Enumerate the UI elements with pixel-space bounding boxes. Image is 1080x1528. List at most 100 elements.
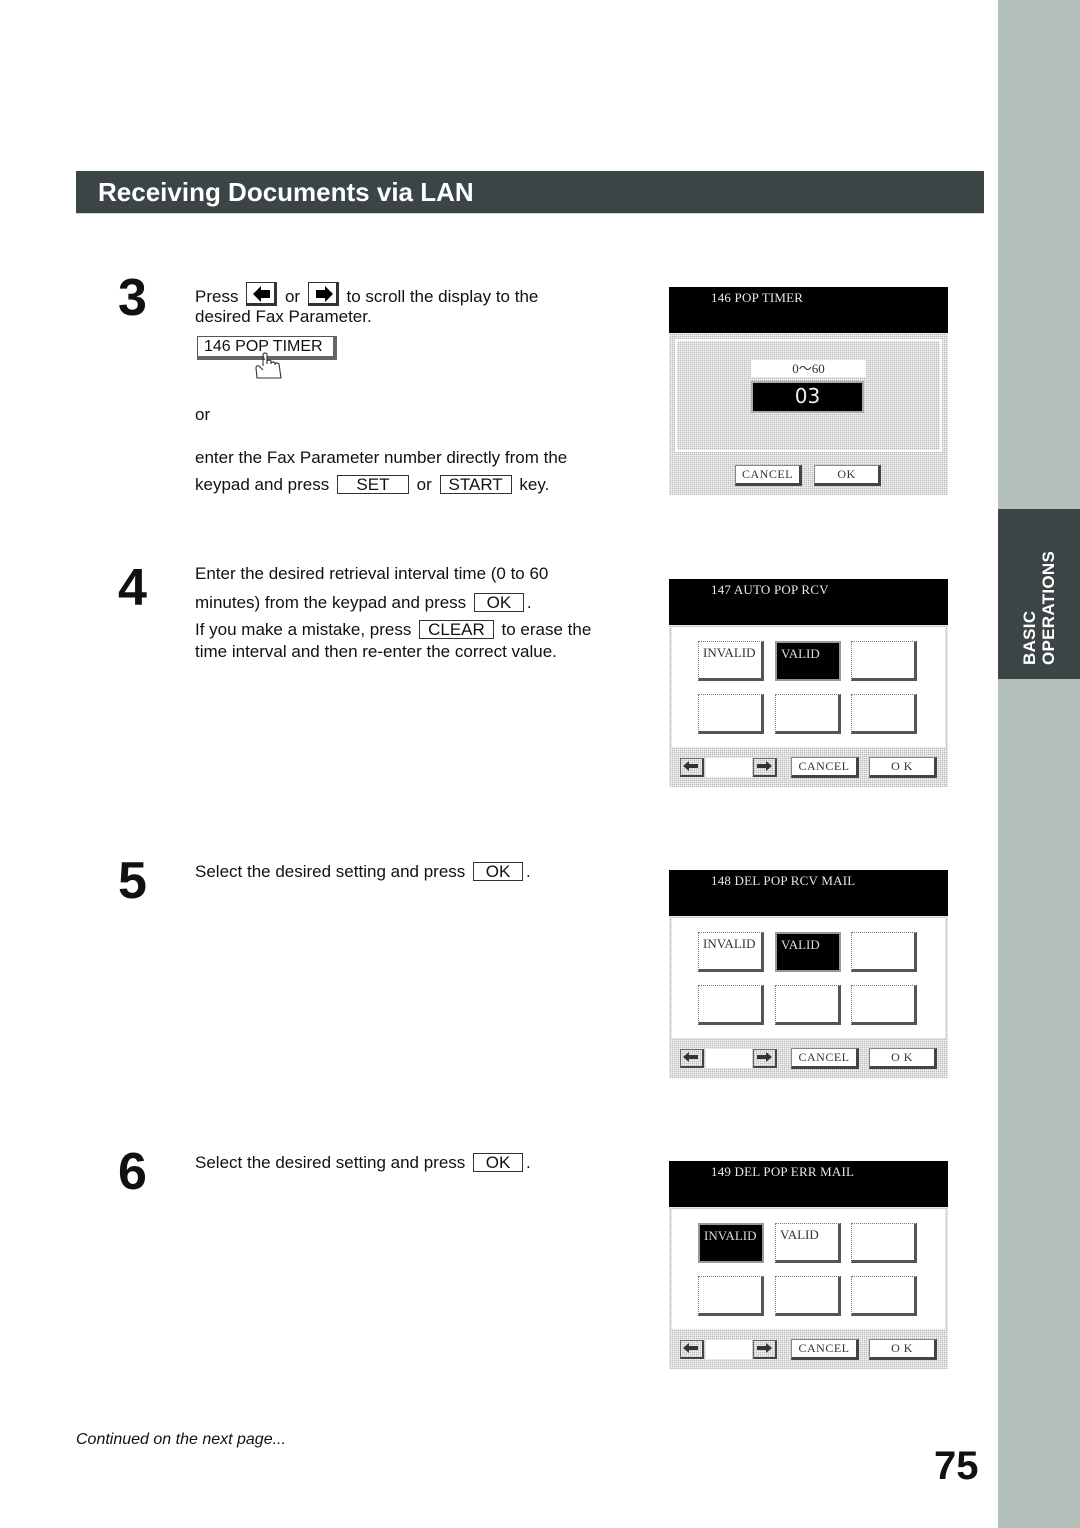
option-empty bbox=[851, 985, 917, 1025]
step6-text: Select the desired setting and press OK. bbox=[195, 1152, 531, 1174]
option-empty bbox=[851, 1276, 917, 1316]
next-button[interactable] bbox=[753, 1049, 777, 1068]
option-valid[interactable]: VALID bbox=[775, 932, 841, 972]
option-empty bbox=[851, 694, 917, 734]
lcd-screen-147: 147 AUTO POP RCV INVALID VALID CANCEL O … bbox=[669, 579, 948, 787]
text: minutes) from the keypad and press bbox=[195, 593, 467, 612]
step-number: 6 bbox=[118, 1143, 147, 1201]
step3-line3: enter the Fax Parameter number directly … bbox=[195, 448, 568, 467]
step4-line3: If you make a mistake, press CLEAR to er… bbox=[195, 619, 591, 641]
step3-or: or bbox=[195, 405, 211, 424]
right-arrow-key bbox=[307, 282, 339, 306]
lcd-header: 147 AUTO POP RCV bbox=[669, 579, 948, 625]
cancel-button[interactable]: CANCEL bbox=[791, 1048, 859, 1069]
lcd-body: 0～60 03 CANCEL OK bbox=[669, 333, 948, 495]
step3-line4: keypad and press SET or START key. bbox=[195, 474, 549, 496]
option-valid[interactable]: VALID bbox=[775, 641, 841, 681]
prev-button[interactable] bbox=[680, 758, 704, 777]
option-valid[interactable]: VALID bbox=[775, 1223, 841, 1263]
lcd-screen-146: 146 POP TIMER 0～60 03 CANCEL OK bbox=[669, 287, 948, 495]
set-key: SET bbox=[336, 475, 409, 494]
nav-blank bbox=[706, 1049, 752, 1068]
option-empty bbox=[851, 641, 917, 681]
right-arrow-icon bbox=[757, 1052, 772, 1062]
lcd-body: INVALID VALID CANCEL O K bbox=[669, 916, 948, 1078]
left-arrow-icon bbox=[683, 1052, 698, 1062]
lcd-screen-149: 149 DEL POP ERR MAIL INVALID VALID CANCE… bbox=[669, 1161, 948, 1369]
right-arrow-icon bbox=[757, 761, 772, 771]
pointing-hand-icon bbox=[255, 352, 282, 379]
text: If you make a mistake, press bbox=[195, 620, 412, 639]
step-number: 5 bbox=[118, 852, 147, 910]
lcd-header: 146 POP TIMER bbox=[669, 287, 948, 333]
cancel-button[interactable]: CANCEL bbox=[791, 757, 859, 778]
start-key: START bbox=[439, 475, 512, 494]
page-number: 75 bbox=[934, 1444, 979, 1488]
left-arrow-icon bbox=[253, 286, 271, 302]
lcd-title: 149 DEL POP ERR MAIL bbox=[711, 1164, 855, 1179]
ok-key: OK bbox=[473, 593, 524, 612]
prev-button[interactable] bbox=[680, 1340, 704, 1359]
lcd-header: 148 DEL POP RCV MAIL bbox=[669, 870, 948, 916]
page-title-bar: Receiving Documents via LAN bbox=[76, 171, 984, 214]
range-label: 0～60 bbox=[751, 360, 866, 377]
left-arrow-icon bbox=[683, 761, 698, 771]
options-area: INVALID VALID bbox=[672, 1209, 945, 1329]
step3-line2: desired Fax Parameter. bbox=[195, 307, 372, 326]
text: or bbox=[416, 475, 432, 494]
text: key. bbox=[519, 475, 550, 494]
lcd-title: 148 DEL POP RCV MAIL bbox=[711, 873, 856, 888]
text: or bbox=[284, 287, 301, 306]
left-arrow-key bbox=[246, 282, 278, 306]
text: . bbox=[526, 1153, 531, 1172]
step4-line2: minutes) from the keypad and press OK. bbox=[195, 592, 532, 614]
nav-blank bbox=[706, 1340, 752, 1359]
lcd-header: 149 DEL POP ERR MAIL bbox=[669, 1161, 948, 1207]
step3-line1: Press or to scroll the display to the bbox=[195, 282, 538, 308]
side-strip bbox=[998, 0, 1080, 1528]
lcd-title: 147 AUTO POP RCV bbox=[711, 582, 829, 597]
text: keypad and press bbox=[195, 475, 330, 494]
cancel-button[interactable]: CANCEL bbox=[735, 465, 802, 486]
step-number: 4 bbox=[118, 559, 147, 617]
text: . bbox=[526, 593, 532, 612]
option-empty bbox=[775, 1276, 841, 1316]
ok-button[interactable]: O K bbox=[869, 1048, 937, 1069]
text: . bbox=[526, 862, 531, 881]
ok-key: OK bbox=[473, 862, 524, 881]
next-button[interactable] bbox=[753, 758, 777, 777]
section-tab-line1: BASIC bbox=[1020, 610, 1039, 665]
lcd-body: INVALID VALID CANCEL O K bbox=[669, 1207, 948, 1369]
text: Select the desired setting and press bbox=[195, 862, 466, 881]
step-number: 3 bbox=[118, 269, 147, 327]
lcd-title: 146 POP TIMER bbox=[711, 290, 804, 305]
option-empty bbox=[775, 694, 841, 734]
option-invalid[interactable]: INVALID bbox=[698, 1223, 764, 1263]
next-button[interactable] bbox=[753, 1340, 777, 1359]
value-display: 03 bbox=[751, 381, 864, 413]
prev-button[interactable] bbox=[680, 1049, 704, 1068]
ok-button[interactable]: O K bbox=[869, 757, 937, 778]
ok-button[interactable]: OK bbox=[814, 465, 881, 486]
text: to erase the bbox=[501, 620, 592, 639]
nav-blank bbox=[706, 758, 752, 777]
option-invalid[interactable]: INVALID bbox=[698, 641, 764, 681]
lcd-screen-148: 148 DEL POP RCV MAIL INVALID VALID CANCE… bbox=[669, 870, 948, 1078]
option-empty bbox=[851, 932, 917, 972]
options-area: INVALID VALID bbox=[672, 627, 945, 747]
cancel-button[interactable]: CANCEL bbox=[791, 1339, 859, 1360]
section-tab-basic-operations: BASIC OPERATIONS bbox=[998, 509, 1080, 679]
lcd-body: INVALID VALID CANCEL O K bbox=[669, 625, 948, 787]
continued-note: Continued on the next page... bbox=[76, 1431, 286, 1448]
option-invalid[interactable]: INVALID bbox=[698, 932, 764, 972]
right-arrow-icon bbox=[315, 286, 333, 302]
step4-line4: time interval and then re-enter the corr… bbox=[195, 642, 557, 661]
option-empty bbox=[698, 694, 764, 734]
text: Press bbox=[195, 287, 239, 306]
page-title: Receiving Documents via LAN bbox=[98, 177, 474, 207]
ok-button[interactable]: O K bbox=[869, 1339, 937, 1360]
options-area: INVALID VALID bbox=[672, 918, 945, 1038]
ok-key: OK bbox=[473, 1153, 524, 1172]
left-arrow-icon bbox=[683, 1343, 698, 1353]
option-empty bbox=[698, 985, 764, 1025]
